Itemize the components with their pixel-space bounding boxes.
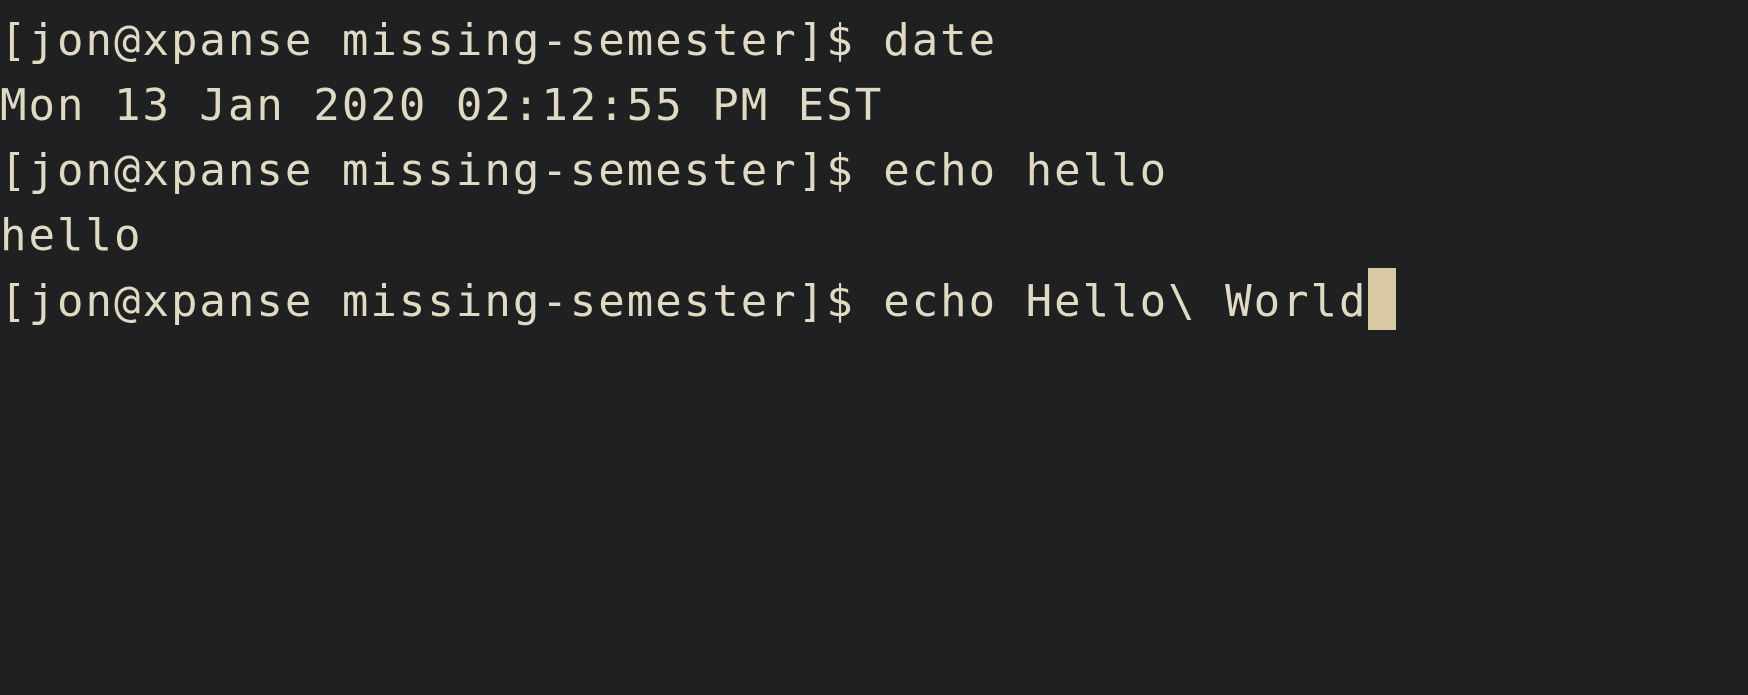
command-text: echo hello	[883, 145, 1169, 196]
terminal-line-command: [jon@xpanse missing-semester]$ date	[0, 8, 1748, 73]
command-output: hello	[0, 210, 143, 261]
terminal-input-line[interactable]: [jon@xpanse missing-semester]$ echo Hell…	[0, 268, 1748, 333]
terminal-line-output: hello	[0, 203, 1748, 268]
shell-prompt: [jon@xpanse missing-semester]$	[0, 15, 884, 66]
command-input[interactable]: echo Hello\ World	[883, 276, 1367, 327]
command-output: Mon 13 Jan 2020 02:12:55 PM EST	[0, 80, 884, 131]
shell-prompt: [jon@xpanse missing-semester]$	[0, 145, 884, 196]
shell-prompt: [jon@xpanse missing-semester]$	[0, 276, 884, 327]
command-text: date	[883, 15, 998, 66]
terminal-line-command: [jon@xpanse missing-semester]$ echo hell…	[0, 138, 1748, 203]
terminal-line-output: Mon 13 Jan 2020 02:12:55 PM EST	[0, 73, 1748, 138]
text-cursor	[1367, 268, 1396, 330]
terminal-window[interactable]: [jon@xpanse missing-semester]$ date Mon …	[0, 0, 1748, 695]
